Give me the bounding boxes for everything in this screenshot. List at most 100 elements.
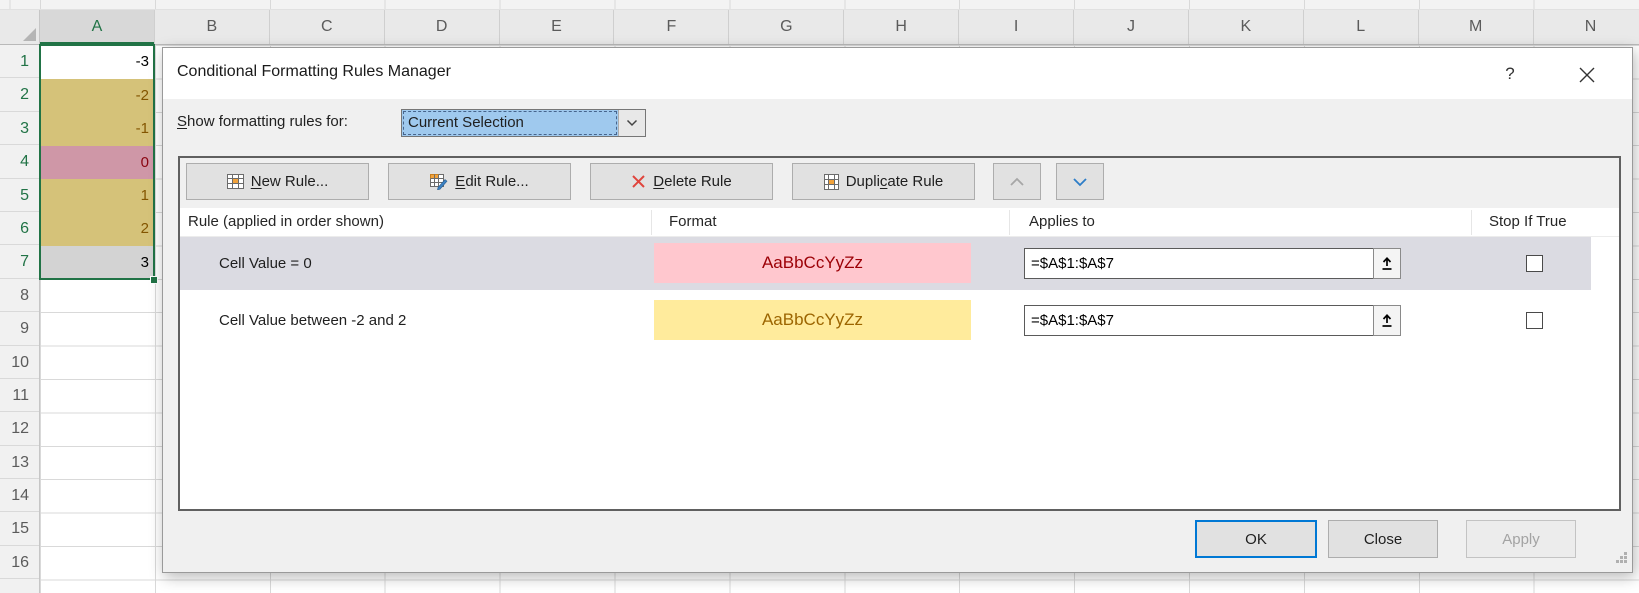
applies-to-input[interactable] xyxy=(1024,248,1373,279)
rule-row[interactable]: Cell Value between -2 and 2 AaBbCcYyZz xyxy=(180,294,1591,347)
range-select-arrow-icon xyxy=(1380,256,1394,271)
rule-format-preview: AaBbCcYyZz xyxy=(654,243,971,283)
row-header[interactable]: 11 xyxy=(0,379,39,412)
row-headers: 12345678910111213141516 xyxy=(0,45,40,593)
rules-panel: New Rule... Edit Rule... Delete Rule Dup… xyxy=(178,156,1621,511)
close-button[interactable]: Close xyxy=(1328,520,1438,558)
row-header[interactable]: 2 xyxy=(0,78,39,111)
row-header[interactable]: 10 xyxy=(0,346,39,379)
row-header[interactable]: 5 xyxy=(0,179,39,212)
column-header[interactable]: D xyxy=(385,10,500,44)
chevron-down-icon xyxy=(1072,177,1088,187)
dialog-close-button[interactable] xyxy=(1575,63,1599,87)
chevron-down-icon xyxy=(626,119,638,127)
rules-toolbar: New Rule... Edit Rule... Delete Rule Dup… xyxy=(180,158,1619,208)
column-a-cells: -3-2-10123 xyxy=(41,45,154,279)
rules-list: Rule (applied in order shown) Format App… xyxy=(180,208,1619,509)
show-rules-label: Show formatting rules for: xyxy=(177,113,348,130)
stop-if-true-column-header: Stop If True xyxy=(1489,208,1567,236)
applies-to-column-header: Applies to xyxy=(1029,208,1095,236)
ok-button[interactable]: OK xyxy=(1195,520,1317,558)
rule-format-preview: AaBbCcYyZz xyxy=(654,300,971,340)
dialog-titlebar: Conditional Formatting Rules Manager ? xyxy=(163,48,1632,99)
cell[interactable]: -2 xyxy=(41,79,154,112)
resize-grip[interactable] xyxy=(1615,551,1628,568)
rule-column-header: Rule (applied in order shown) xyxy=(188,208,384,236)
dropdown-selected-value: Current Selection xyxy=(402,110,618,136)
apply-button[interactable]: Apply xyxy=(1466,520,1576,558)
duplicate-rule-label: Duplicate Rule xyxy=(846,173,944,190)
row-header[interactable]: 1 xyxy=(0,45,39,78)
row-header[interactable]: 7 xyxy=(0,245,39,278)
select-all-triangle-icon xyxy=(23,28,36,41)
cell[interactable]: -3 xyxy=(41,45,154,78)
table-pencil-icon xyxy=(430,174,448,190)
cell[interactable]: 1 xyxy=(41,179,154,212)
row-header[interactable]: 12 xyxy=(0,412,39,445)
column-separator xyxy=(651,210,652,235)
column-header[interactable]: N xyxy=(1534,10,1639,44)
column-header[interactable]: B xyxy=(155,10,270,44)
row-header[interactable]: 9 xyxy=(0,312,39,345)
column-header[interactable]: G xyxy=(729,10,844,44)
edit-rule-button[interactable]: Edit Rule... xyxy=(388,163,571,200)
delete-rule-button[interactable]: Delete Rule xyxy=(590,163,773,200)
applies-to-input[interactable] xyxy=(1024,305,1373,336)
column-header[interactable]: J xyxy=(1074,10,1189,44)
help-button[interactable]: ? xyxy=(1497,61,1523,87)
column-header[interactable]: I xyxy=(959,10,1074,44)
new-rule-button[interactable]: New Rule... xyxy=(186,163,369,200)
cell[interactable]: 0 xyxy=(41,146,154,179)
row-header[interactable]: 6 xyxy=(0,212,39,245)
row-header[interactable]: 4 xyxy=(0,145,39,178)
table-grid-icon xyxy=(227,174,244,189)
move-rule-down-button[interactable] xyxy=(1056,163,1104,200)
cell[interactable]: 2 xyxy=(41,212,154,245)
column-headers: ABCDEFGHIJKLMN xyxy=(40,10,1639,45)
column-header[interactable]: A xyxy=(40,10,155,44)
applies-to-field xyxy=(1024,248,1401,279)
duplicate-rule-button[interactable]: Duplicate Rule xyxy=(792,163,975,200)
row-header[interactable]: 15 xyxy=(0,512,39,545)
collapse-dialog-button[interactable] xyxy=(1373,305,1401,336)
rule-description: Cell Value between -2 and 2 xyxy=(219,294,406,347)
column-header[interactable]: F xyxy=(614,10,729,44)
excel-window: ABCDEFGHIJKLMN 12345678910111213141516 -… xyxy=(0,0,1639,593)
column-header[interactable]: M xyxy=(1419,10,1534,44)
cell[interactable]: 3 xyxy=(41,246,154,279)
dialog-title: Conditional Formatting Rules Manager xyxy=(177,63,451,81)
dropdown-button[interactable] xyxy=(618,110,645,136)
stop-if-true-checkbox[interactable] xyxy=(1526,255,1543,272)
row-header[interactable]: 13 xyxy=(0,446,39,479)
red-x-icon xyxy=(631,174,646,189)
rule-rows: Cell Value = 0 AaBbCcYyZz Cell Value bet… xyxy=(180,237,1619,347)
column-header[interactable]: K xyxy=(1189,10,1304,44)
rule-row[interactable]: Cell Value = 0 AaBbCcYyZz xyxy=(180,237,1591,290)
conditional-formatting-rules-manager-dialog: Conditional Formatting Rules Manager ? S… xyxy=(162,47,1633,573)
row-header[interactable]: 14 xyxy=(0,479,39,512)
column-header[interactable]: L xyxy=(1304,10,1419,44)
select-all-corner[interactable] xyxy=(0,10,40,45)
row-header[interactable]: 8 xyxy=(0,279,39,312)
row-header[interactable]: 3 xyxy=(0,112,39,145)
edit-rule-label: Edit Rule... xyxy=(455,173,528,190)
stop-if-true-checkbox[interactable] xyxy=(1526,312,1543,329)
formula-bar-edge xyxy=(0,0,1639,10)
show-rules-dropdown[interactable]: Current Selection xyxy=(401,109,646,137)
move-rule-up-button[interactable] xyxy=(993,163,1041,200)
column-header[interactable]: E xyxy=(500,10,615,44)
cell[interactable]: -1 xyxy=(41,112,154,145)
row-header[interactable]: 16 xyxy=(0,546,39,579)
column-header[interactable]: C xyxy=(270,10,385,44)
fill-handle[interactable] xyxy=(150,276,158,284)
help-icon: ? xyxy=(1505,64,1514,83)
chevron-up-icon xyxy=(1009,177,1025,187)
table-grid-icon xyxy=(824,174,839,190)
column-header[interactable]: H xyxy=(844,10,959,44)
column-separator xyxy=(1471,210,1472,235)
applies-to-field xyxy=(1024,305,1401,336)
column-separator xyxy=(1009,210,1010,235)
rules-list-header: Rule (applied in order shown) Format App… xyxy=(180,208,1619,237)
collapse-dialog-button[interactable] xyxy=(1373,248,1401,279)
new-rule-label: New Rule... xyxy=(251,173,329,190)
